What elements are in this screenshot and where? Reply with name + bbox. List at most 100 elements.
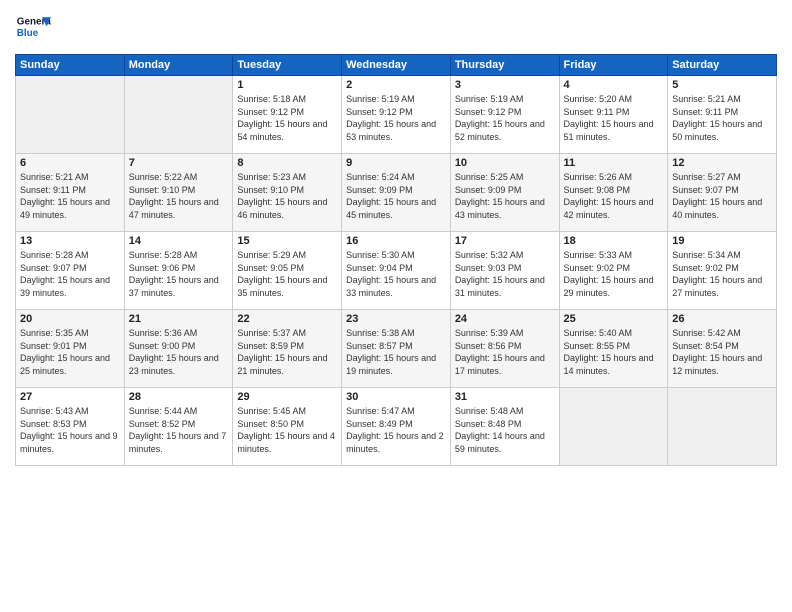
- day-info: Sunrise: 5:19 AMSunset: 9:12 PMDaylight:…: [455, 93, 555, 143]
- calendar: SundayMondayTuesdayWednesdayThursdayFrid…: [15, 54, 777, 466]
- day-number: 23: [346, 313, 446, 325]
- day-info: Sunrise: 5:37 AMSunset: 8:59 PMDaylight:…: [237, 327, 337, 377]
- logo-icon: General Blue: [15, 10, 51, 46]
- day-number: 22: [237, 313, 337, 325]
- day-cell: 27 Sunrise: 5:43 AMSunset: 8:53 PMDayligh…: [16, 388, 125, 466]
- day-info: Sunrise: 5:28 AMSunset: 9:07 PMDaylight:…: [20, 249, 120, 299]
- day-cell: 29Sunrise: 5:45 AMSunset: 8:50 PMDayligh…: [233, 388, 342, 466]
- day-cell: 20 Sunrise: 5:35 AMSunset: 9:01 PMDayligh…: [16, 310, 125, 388]
- week-row-2: 6 Sunrise: 5:21 AMSunset: 9:11 PMDaylight…: [16, 154, 777, 232]
- day-info: Sunrise: 5:38 AMSunset: 8:57 PMDaylight:…: [346, 327, 446, 377]
- day-cell: 22 Sunrise: 5:37 AMSunset: 8:59 PMDayligh…: [233, 310, 342, 388]
- day-cell: 31 Sunrise: 5:48 AMSunset: 8:48 PMDayligh…: [450, 388, 559, 466]
- day-number: 11: [564, 157, 664, 169]
- day-cell: 4Sunrise: 5:20 AMSunset: 9:11 PMDaylight…: [559, 76, 668, 154]
- col-header-monday: Monday: [124, 55, 233, 76]
- day-cell: 2 Sunrise: 5:19 AMSunset: 9:12 PMDaylight…: [342, 76, 451, 154]
- day-number: 18: [564, 235, 664, 247]
- day-info: Sunrise: 5:24 AMSunset: 9:09 PMDaylight:…: [346, 171, 446, 221]
- day-number: 9: [346, 157, 446, 169]
- day-number: 30: [346, 391, 446, 403]
- day-info: Sunrise: 5:42 AMSunset: 8:54 PMDaylight:…: [672, 327, 772, 377]
- day-number: 19: [672, 235, 772, 247]
- col-header-saturday: Saturday: [668, 55, 777, 76]
- week-row-5: 27 Sunrise: 5:43 AMSunset: 8:53 PMDayligh…: [16, 388, 777, 466]
- day-info: Sunrise: 5:21 AMSunset: 9:11 PMDaylight:…: [672, 93, 772, 143]
- day-number: 24: [455, 313, 555, 325]
- col-header-wednesday: Wednesday: [342, 55, 451, 76]
- day-cell: 1 Sunrise: 5:18 AMSunset: 9:12 PMDaylight…: [233, 76, 342, 154]
- day-cell: 15 Sunrise: 5:29 AMSunset: 9:05 PMDayligh…: [233, 232, 342, 310]
- day-info: Sunrise: 5:32 AMSunset: 9:03 PMDaylight:…: [455, 249, 555, 299]
- day-cell: 6 Sunrise: 5:21 AMSunset: 9:11 PMDaylight…: [16, 154, 125, 232]
- day-cell: 3 Sunrise: 5:19 AMSunset: 9:12 PMDaylight…: [450, 76, 559, 154]
- day-info: Sunrise: 5:35 AMSunset: 9:01 PMDaylight:…: [20, 327, 120, 377]
- day-info: Sunrise: 5:26 AMSunset: 9:08 PMDaylight:…: [564, 171, 664, 221]
- day-cell: 17 Sunrise: 5:32 AMSunset: 9:03 PMDayligh…: [450, 232, 559, 310]
- day-number: 27: [20, 391, 120, 403]
- day-cell: 21Sunrise: 5:36 AMSunset: 9:00 PMDayligh…: [124, 310, 233, 388]
- day-number: 2: [346, 79, 446, 91]
- day-number: 14: [129, 235, 229, 247]
- day-cell: 13 Sunrise: 5:28 AMSunset: 9:07 PMDayligh…: [16, 232, 125, 310]
- day-cell: 9 Sunrise: 5:24 AMSunset: 9:09 PMDaylight…: [342, 154, 451, 232]
- day-number: 4: [564, 79, 664, 91]
- day-cell: 7Sunrise: 5:22 AMSunset: 9:10 PMDaylight…: [124, 154, 233, 232]
- day-cell: 14 Sunrise: 5:28 AMSunset: 9:06 PMDayligh…: [124, 232, 233, 310]
- page: General Blue SundayMondayTuesdayWednesda…: [0, 0, 792, 612]
- day-cell: [16, 76, 125, 154]
- logo: General Blue: [15, 10, 51, 46]
- day-info: Sunrise: 5:33 AMSunset: 9:02 PMDaylight:…: [564, 249, 664, 299]
- day-cell: 10 Sunrise: 5:25 AMSunset: 9:09 PMDayligh…: [450, 154, 559, 232]
- day-cell: 30 Sunrise: 5:47 AMSunset: 8:49 PMDayligh…: [342, 388, 451, 466]
- day-cell: 12Sunrise: 5:27 AMSunset: 9:07 PMDayligh…: [668, 154, 777, 232]
- day-info: Sunrise: 5:27 AMSunset: 9:07 PMDaylight:…: [672, 171, 772, 221]
- day-info: Sunrise: 5:30 AMSunset: 9:04 PMDaylight:…: [346, 249, 446, 299]
- day-info: Sunrise: 5:28 AMSunset: 9:06 PMDaylight:…: [129, 249, 229, 299]
- day-cell: [124, 76, 233, 154]
- day-info: Sunrise: 5:47 AMSunset: 8:49 PMDaylight:…: [346, 405, 446, 455]
- day-info: Sunrise: 5:48 AMSunset: 8:48 PMDaylight:…: [455, 405, 555, 455]
- day-cell: 19 Sunrise: 5:34 AMSunset: 9:02 PMDayligh…: [668, 232, 777, 310]
- day-number: 26: [672, 313, 772, 325]
- day-info: Sunrise: 5:44 AMSunset: 8:52 PMDaylight:…: [129, 405, 229, 455]
- day-number: 31: [455, 391, 555, 403]
- day-number: 17: [455, 235, 555, 247]
- day-number: 16: [346, 235, 446, 247]
- day-number: 25: [564, 313, 664, 325]
- day-number: 1: [237, 79, 337, 91]
- day-info: Sunrise: 5:18 AMSunset: 9:12 PMDaylight:…: [237, 93, 337, 143]
- week-row-4: 20 Sunrise: 5:35 AMSunset: 9:01 PMDayligh…: [16, 310, 777, 388]
- day-cell: 5 Sunrise: 5:21 AMSunset: 9:11 PMDaylight…: [668, 76, 777, 154]
- svg-text:Blue: Blue: [17, 28, 39, 39]
- day-number: 20: [20, 313, 120, 325]
- day-info: Sunrise: 5:19 AMSunset: 9:12 PMDaylight:…: [346, 93, 446, 143]
- col-header-tuesday: Tuesday: [233, 55, 342, 76]
- day-info: Sunrise: 5:25 AMSunset: 9:09 PMDaylight:…: [455, 171, 555, 221]
- day-cell: 11 Sunrise: 5:26 AMSunset: 9:08 PMDayligh…: [559, 154, 668, 232]
- day-number: 5: [672, 79, 772, 91]
- day-info: Sunrise: 5:43 AMSunset: 8:53 PMDaylight:…: [20, 405, 120, 455]
- day-cell: 28Sunrise: 5:44 AMSunset: 8:52 PMDayligh…: [124, 388, 233, 466]
- day-cell: 8Sunrise: 5:23 AMSunset: 9:10 PMDaylight…: [233, 154, 342, 232]
- col-header-sunday: Sunday: [16, 55, 125, 76]
- day-info: Sunrise: 5:21 AMSunset: 9:11 PMDaylight:…: [20, 171, 120, 221]
- day-number: 10: [455, 157, 555, 169]
- day-cell: 24Sunrise: 5:39 AMSunset: 8:56 PMDayligh…: [450, 310, 559, 388]
- day-info: Sunrise: 5:34 AMSunset: 9:02 PMDaylight:…: [672, 249, 772, 299]
- day-number: 13: [20, 235, 120, 247]
- day-cell: 26 Sunrise: 5:42 AMSunset: 8:54 PMDayligh…: [668, 310, 777, 388]
- day-info: Sunrise: 5:22 AMSunset: 9:10 PMDaylight:…: [129, 171, 229, 221]
- day-cell: 16 Sunrise: 5:30 AMSunset: 9:04 PMDayligh…: [342, 232, 451, 310]
- day-number: 6: [20, 157, 120, 169]
- day-info: Sunrise: 5:29 AMSunset: 9:05 PMDaylight:…: [237, 249, 337, 299]
- day-info: Sunrise: 5:45 AMSunset: 8:50 PMDaylight:…: [237, 405, 337, 455]
- day-number: 3: [455, 79, 555, 91]
- header: General Blue: [15, 10, 777, 46]
- day-number: 8: [237, 157, 337, 169]
- day-cell: 18 Sunrise: 5:33 AMSunset: 9:02 PMDayligh…: [559, 232, 668, 310]
- week-row-3: 13 Sunrise: 5:28 AMSunset: 9:07 PMDayligh…: [16, 232, 777, 310]
- day-number: 15: [237, 235, 337, 247]
- col-header-thursday: Thursday: [450, 55, 559, 76]
- week-row-1: 1 Sunrise: 5:18 AMSunset: 9:12 PMDaylight…: [16, 76, 777, 154]
